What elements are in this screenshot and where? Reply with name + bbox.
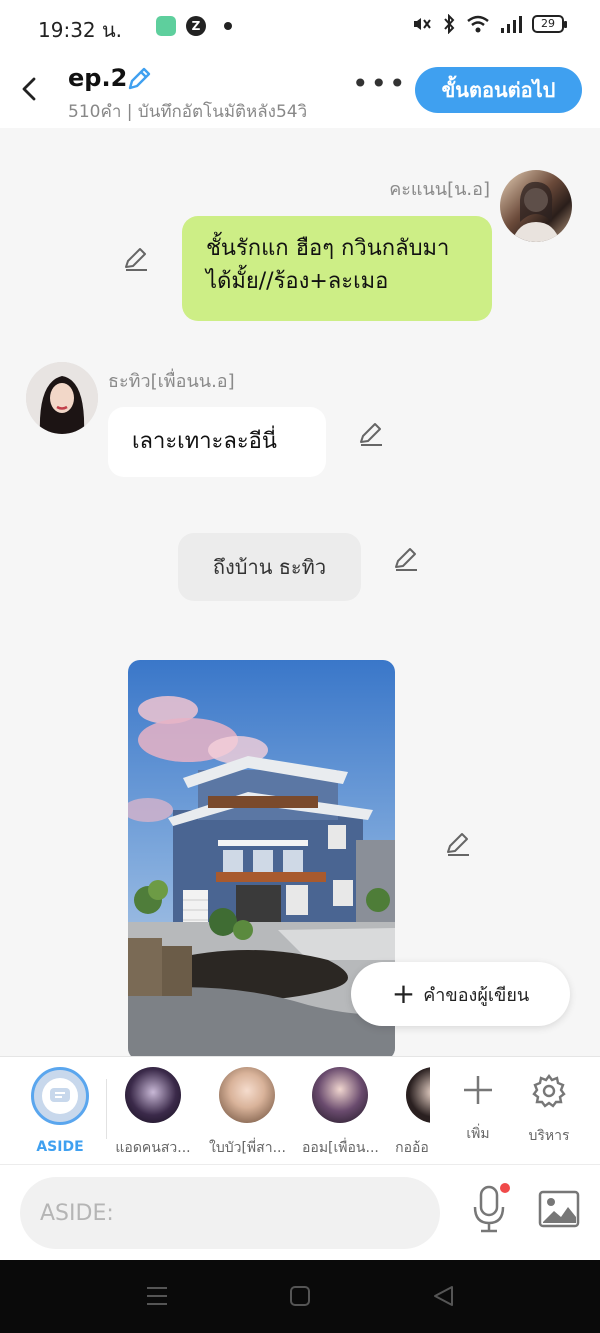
sender-name: คะแนน[น.อ] xyxy=(389,179,490,200)
add-character-button[interactable]: เพิ่ม xyxy=(448,1073,508,1145)
app-header: ep.2 510คำ | บันทึกอัตโนมัติหลัง54วิ •••… xyxy=(0,52,600,128)
avatar[interactable] xyxy=(26,362,98,434)
wifi-icon xyxy=(467,15,489,33)
character-aside[interactable]: ASIDE xyxy=(22,1067,98,1155)
character-item[interactable]: ออม[เพื่อน... xyxy=(302,1067,378,1159)
add-label: เพิ่ม xyxy=(466,1126,490,1142)
character-item[interactable]: ใบบัว[พี่สา... xyxy=(209,1067,285,1159)
status-time: 19:32 น. xyxy=(38,18,123,42)
character-label: ASIDE xyxy=(36,1139,84,1155)
character-bar: ASIDE แอดคนสว... ใบบัว[พี่สา... ออม[เพื่… xyxy=(0,1056,600,1164)
comment-icon xyxy=(42,1078,78,1114)
character-label: ใบบัว[พี่สา... xyxy=(209,1140,285,1156)
manage-button[interactable]: บริหาร xyxy=(519,1073,579,1147)
avatar[interactable] xyxy=(500,170,572,242)
author-note-label: คำของผู้เขียน xyxy=(423,984,530,1006)
system-nav-bar xyxy=(0,1260,600,1333)
bluetooth-icon xyxy=(444,14,455,34)
sender-name: ธะทิว[เพื่อนน.อ] xyxy=(108,371,235,392)
avatar xyxy=(406,1067,430,1123)
back-button[interactable] xyxy=(14,74,44,104)
avatar xyxy=(312,1067,368,1123)
avatar xyxy=(219,1067,275,1123)
next-step-button[interactable]: ขั้นตอนต่อไป xyxy=(415,67,582,113)
menu-icon[interactable] xyxy=(146,1284,168,1308)
battery-icon: 29 xyxy=(532,15,567,33)
avatar xyxy=(125,1067,181,1123)
message-bubble[interactable]: ชั้นรักแก ฮือๆ กวินกลับมาได้มั้ย//ร้อง+ล… xyxy=(182,216,492,321)
home-icon[interactable] xyxy=(289,1284,311,1308)
character-label: ออม[เพื่อน... xyxy=(302,1140,378,1156)
character-label: แอดคนสว... xyxy=(115,1140,191,1156)
notification-dot xyxy=(500,1183,510,1193)
divider xyxy=(106,1079,107,1139)
edit-message-icon[interactable] xyxy=(357,420,385,448)
message-input[interactable] xyxy=(20,1177,440,1249)
aside-avatar xyxy=(31,1067,89,1125)
character-item[interactable]: กออ้อ xyxy=(394,1067,430,1159)
back-arrow-icon xyxy=(22,77,36,101)
plus-icon xyxy=(464,1076,492,1104)
image-icon[interactable] xyxy=(538,1189,580,1229)
signal-icon xyxy=(501,16,522,33)
app-z-icon: Z xyxy=(186,16,206,36)
input-bar xyxy=(0,1164,600,1260)
more-notifications-dot xyxy=(224,22,232,30)
app-notification-icon xyxy=(156,16,176,36)
edit-message-icon[interactable] xyxy=(444,830,472,858)
message-bubble[interactable]: เลาะเทาะละอีนี่ xyxy=(108,407,326,477)
plus-icon: + xyxy=(391,977,416,1010)
edit-title-icon[interactable] xyxy=(124,64,154,94)
status-bar: 19:32 น. Z 29 xyxy=(0,0,600,52)
narration-bubble[interactable]: ถึงบ้าน ธะทิว xyxy=(178,533,361,601)
status-icons: 29 xyxy=(410,14,567,34)
back-nav-icon[interactable] xyxy=(432,1284,454,1308)
autosave-status: 510คำ | บันทึกอัตโนมัติหลัง54วิ xyxy=(68,102,308,122)
manage-label: บริหาร xyxy=(528,1128,570,1144)
character-label: กออ้อ xyxy=(395,1140,429,1156)
character-item[interactable]: แอดคนสว... xyxy=(115,1067,191,1159)
gear-icon xyxy=(532,1074,566,1108)
mute-icon xyxy=(414,18,431,30)
edit-message-icon[interactable] xyxy=(392,545,420,573)
more-options-button[interactable]: ••• xyxy=(352,70,408,98)
chat-area[interactable]: คะแนน[น.อ] ชั้นรักแก ฮือๆ กวินกลับมาได้ม… xyxy=(0,128,600,1056)
edit-message-icon[interactable] xyxy=(122,245,150,273)
page-title: ep.2 xyxy=(68,64,128,92)
author-note-button[interactable]: + คำของผู้เขียน xyxy=(351,962,570,1026)
